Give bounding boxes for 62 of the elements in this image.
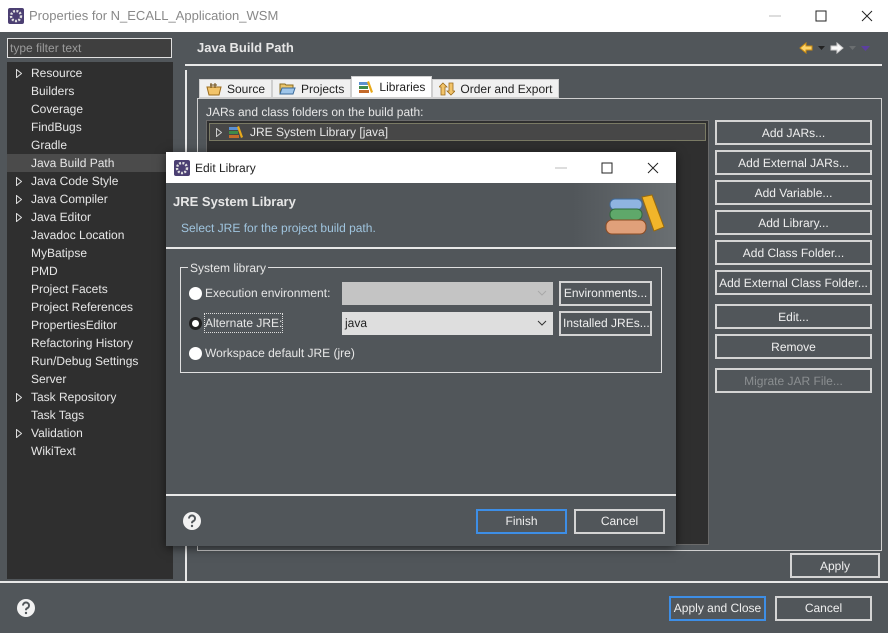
tree-item[interactable]: Coverage <box>7 100 173 118</box>
window-title: Properties for N_ECALL_Application_WSM <box>29 7 278 26</box>
button[interactable]: Finish <box>476 508 567 534</box>
button[interactable]: Edit... <box>715 304 872 329</box>
combo-box[interactable]: java <box>342 312 553 334</box>
button[interactable]: Cancel <box>574 508 665 534</box>
app-icon <box>8 8 24 24</box>
up-down-arrows-icon <box>439 82 456 96</box>
books-icon <box>228 125 244 139</box>
tree-item[interactable]: Java Code Style <box>7 172 173 190</box>
filter-field[interactable]: type filter text <box>7 38 172 58</box>
app-icon <box>174 160 190 176</box>
tree-item[interactable]: FindBugs <box>7 118 173 136</box>
dialog-description: Select JRE for the project build path. <box>181 220 376 236</box>
expand-arrow-icon[interactable] <box>16 428 22 438</box>
expand-arrow-icon[interactable] <box>16 392 22 402</box>
button[interactable]: Cancel <box>775 596 872 620</box>
dialog-heading: JRE System Library <box>173 193 297 211</box>
button[interactable]: Add External JARs... <box>715 150 872 175</box>
tree-item[interactable]: Java Editor <box>7 208 173 226</box>
page-title: Java Build Path <box>197 39 294 58</box>
books-icon <box>604 193 666 237</box>
tree-item[interactable]: Java Compiler <box>7 190 173 208</box>
back-arrow-icon[interactable] <box>799 42 813 54</box>
tab[interactable]: Order and Export <box>432 79 560 98</box>
button[interactable]: Add Variable... <box>715 180 872 205</box>
button[interactable]: Environments... <box>559 280 652 306</box>
tree-item[interactable]: Gradle <box>7 136 173 154</box>
button[interactable]: Add Library... <box>715 210 872 235</box>
tree-item[interactable]: Validation <box>7 424 173 442</box>
tree-item[interactable]: Task Repository <box>7 388 173 406</box>
dialog-title: Edit Library <box>195 160 256 176</box>
button[interactable]: Add Class Folder... <box>715 240 872 265</box>
button[interactable]: Remove <box>715 334 872 359</box>
button[interactable]: Apply and Close <box>669 596 766 620</box>
tab[interactable]: Source <box>199 79 272 98</box>
expand-arrow-icon[interactable] <box>216 128 222 136</box>
maximize-icon[interactable] <box>600 160 614 174</box>
list-item[interactable]: JRE System Library [java] <box>209 123 706 141</box>
expand-arrow-icon[interactable] <box>16 68 22 78</box>
folder-icon <box>279 82 296 95</box>
button[interactable]: Add External Class Folder... <box>715 270 872 295</box>
list-caption: JARs and class folders on the build path: <box>206 104 424 119</box>
button[interactable]: Apply <box>790 553 880 578</box>
radio-button[interactable]: Execution environment: <box>189 284 341 302</box>
maximize-icon[interactable] <box>814 9 828 23</box>
tab[interactable]: Libraries <box>351 76 432 98</box>
package-icon <box>206 82 222 96</box>
close-icon[interactable] <box>860 9 874 23</box>
tab[interactable]: Projects <box>272 79 352 98</box>
tree-item[interactable]: Resource <box>7 64 173 82</box>
chevron-down-icon[interactable] <box>537 320 547 326</box>
close-icon[interactable] <box>646 160 660 174</box>
help-icon[interactable] <box>182 511 202 531</box>
tree-item[interactable]: Builders <box>7 82 173 100</box>
forward-arrow-icon[interactable] <box>830 42 844 54</box>
button[interactable]: Installed JREs... <box>559 310 652 336</box>
help-icon[interactable] <box>16 598 36 618</box>
books-icon <box>358 80 374 94</box>
radio-button[interactable]: Alternate JRE: <box>189 314 341 332</box>
radio-button[interactable]: Workspace default JRE (jre) <box>189 344 355 362</box>
button[interactable]: Add JARs... <box>715 120 872 145</box>
